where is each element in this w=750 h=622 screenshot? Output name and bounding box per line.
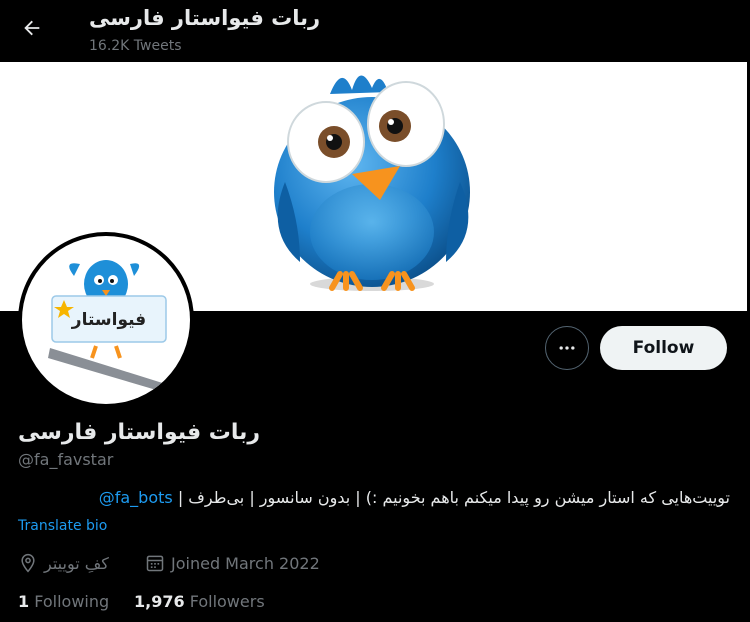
- avatar-sign-text: فیواستار: [71, 310, 146, 330]
- location-item: کفِ توییتر: [18, 553, 109, 573]
- avatar[interactable]: فیواستار: [18, 232, 194, 408]
- ellipsis-icon: [559, 346, 575, 350]
- location-text: کفِ توییتر: [44, 553, 109, 573]
- followers-label: Followers: [189, 592, 265, 611]
- avatar-bird-image: فیواستار: [48, 260, 172, 394]
- more-options-button[interactable]: [545, 326, 589, 370]
- profile-bio: توییت‌هایی که استار میشن رو پیدا میکنم ب…: [18, 488, 730, 507]
- following-link[interactable]: 1 Following: [18, 592, 109, 611]
- following-label: Following: [34, 592, 110, 611]
- top-bar: ربات فیواستار فارسی 16.2K Tweets: [0, 0, 750, 62]
- back-button[interactable]: [14, 10, 50, 46]
- joined-text: Joined March 2022: [171, 553, 320, 573]
- header-title: ربات فیواستار فارسی: [89, 6, 321, 30]
- profile-name: ربات فیواستار فارسی: [18, 420, 261, 445]
- translate-bio-link[interactable]: Translate bio: [18, 518, 107, 534]
- followers-count: 1,976: [134, 592, 185, 611]
- avatar-image: فیواستار: [22, 236, 190, 404]
- bio-text: توییت‌هایی که استار میشن رو پیدا میکنم ب…: [172, 488, 730, 507]
- followers-link[interactable]: 1,976 Followers: [134, 592, 265, 611]
- location-pin-icon: [21, 553, 35, 573]
- joined-item: Joined March 2022: [145, 553, 320, 573]
- bio-mention-link[interactable]: @fa_bots: [99, 488, 173, 507]
- arrow-left-icon: [24, 20, 40, 36]
- follow-button[interactable]: Follow: [600, 326, 727, 370]
- tweet-count: 16.2K Tweets: [89, 38, 182, 54]
- profile-handle: @fa_favstar: [18, 450, 114, 469]
- following-count: 1: [18, 592, 30, 611]
- calendar-icon: [146, 555, 164, 572]
